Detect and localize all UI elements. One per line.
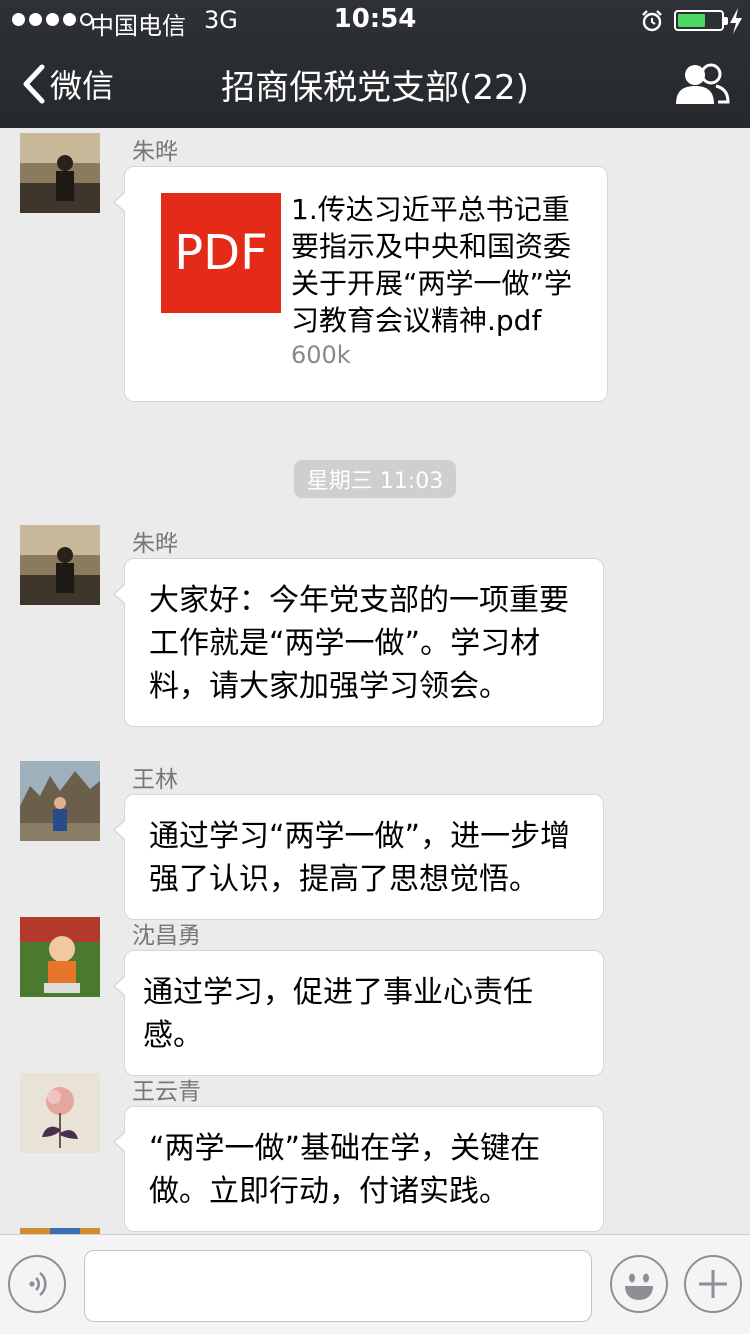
emoji-button[interactable] <box>610 1255 668 1313</box>
avatar[interactable] <box>20 1073 100 1153</box>
avatar[interactable] <box>20 525 100 605</box>
voice-icon <box>29 1271 47 1297</box>
message-bubble[interactable]: 大家好：今年党支部的一项重要工作就是“两学一做”。学习材料，请大家加强学习领会。 <box>113 558 604 727</box>
sender-name: 朱晔 <box>132 139 178 165</box>
pdf-icon: PDF <box>161 193 281 313</box>
sender-name: 沈昌勇 <box>132 923 201 949</box>
timestamp-chip: 星期三 11:03 <box>294 460 456 498</box>
message-text: 大家好：今年党支部的一项重要工作就是“两学一做”。学习材料，请大家加强学习领会。 <box>149 583 569 704</box>
top-bar: 中国电信 3G 10:54 微信 招商保税党支部(22) <box>0 0 750 128</box>
message-text: “两学一做”基础在学，关键在做。立即行动，付诸实践。 <box>149 1131 541 1209</box>
message-input[interactable] <box>84 1250 592 1322</box>
chat-title: 招商保税党支部(22) <box>221 68 529 108</box>
status-bar: 中国电信 3G 10:54 <box>0 0 750 40</box>
message-text: 通过学习“两学一做”，进一步增强了认识，提高了思想觉悟。 <box>149 819 571 897</box>
battery-icon <box>674 10 728 31</box>
message-bubble[interactable]: “两学一做”基础在学，关键在做。立即行动，付诸实践。 <box>113 1106 604 1232</box>
plus-button[interactable] <box>684 1255 742 1313</box>
avatar[interactable] <box>20 917 100 997</box>
group-members-icon[interactable] <box>674 62 730 106</box>
file-bubble[interactable]: PDF 1.传达习近平总书记重要指示及中央和国资委关于开展“两学一做”学习教育会… <box>113 166 608 402</box>
sender-name: 王林 <box>132 767 178 793</box>
voice-button[interactable] <box>8 1255 66 1313</box>
plus-icon <box>699 1270 727 1298</box>
sender-name: 朱晔 <box>132 531 178 557</box>
charging-bolt-icon <box>730 8 742 34</box>
message-text: 通过学习，促进了事业心责任感。 <box>143 975 533 1053</box>
avatar[interactable] <box>20 133 100 213</box>
input-bar <box>0 1234 750 1334</box>
chat-area[interactable]: 朱晔 PDF 1.传达习近平总书记重要指示及中央和国资委关于开展“两学一做”学习… <box>0 128 750 1234</box>
alarm-icon <box>642 10 662 32</box>
avatar[interactable] <box>20 761 100 841</box>
file-name: 1.传达习近平总书记重要指示及中央和国资委关于开展“两学一做”学习教育会议精神.… <box>291 193 573 337</box>
smiley-icon <box>625 1273 653 1300</box>
sender-name: 王云青 <box>132 1079 201 1105</box>
message-bubble[interactable]: 通过学习“两学一做”，进一步增强了认识，提高了思想觉悟。 <box>113 794 604 920</box>
clock: 10:54 <box>333 4 417 34</box>
file-size: 600k <box>291 341 351 369</box>
message-bubble[interactable]: 通过学习，促进了事业心责任感。 <box>113 950 604 1076</box>
